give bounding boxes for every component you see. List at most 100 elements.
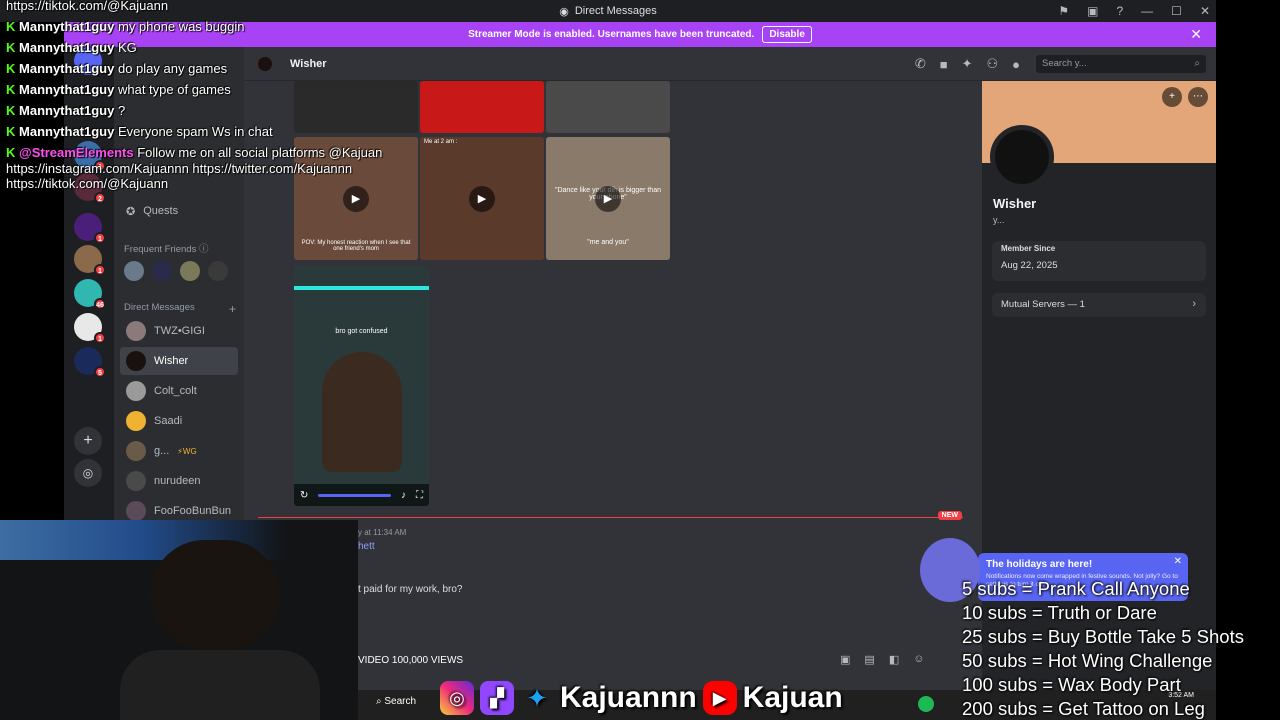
chat-line: https://tiktok.com/@Kajuann xyxy=(6,0,169,13)
person-figure xyxy=(322,352,402,472)
new-badge: NEW xyxy=(937,511,962,520)
profile-avatar[interactable] xyxy=(990,125,1054,189)
mutual-servers-button[interactable]: Mutual Servers — 1 › xyxy=(992,293,1206,317)
new-messages-divider xyxy=(258,517,963,518)
help-icon[interactable]: ? xyxy=(1116,4,1123,18)
gif-icon[interactable]: ▤ xyxy=(864,653,874,666)
notification-badge: 2 xyxy=(94,192,106,204)
more-icon[interactable]: ⋯ xyxy=(1188,87,1208,107)
dm-item[interactable]: nurudeen xyxy=(120,467,238,495)
fullscreen-icon[interactable]: ⛶ xyxy=(416,490,423,501)
volume-icon[interactable]: ♪ xyxy=(401,490,406,501)
search-input[interactable]: Search y... ⌕ xyxy=(1036,55,1206,73)
emoji-icon[interactable]: ☺ xyxy=(913,653,924,666)
dm-item[interactable]: TWZ•GIGI xyxy=(120,317,238,345)
maximize-button[interactable]: ☐ xyxy=(1171,4,1182,18)
reply-mention[interactable]: hett xyxy=(358,541,375,552)
friend-avatar[interactable] xyxy=(124,261,144,281)
volume-slider[interactable] xyxy=(318,493,391,497)
dm-item[interactable]: Saadi xyxy=(120,407,238,435)
socials-overlay: ◎ ▞ ✦ Kajuannn ▶ Kajuan xyxy=(440,678,843,718)
instagram-icon: ◎ xyxy=(440,681,474,715)
new-dm-icon[interactable]: + xyxy=(229,302,236,316)
server-icon[interactable]: 1 xyxy=(74,213,106,244)
chat-line: K Mannythat1guy my phone was buggin xyxy=(6,19,245,34)
gift-icon[interactable]: ▣ xyxy=(840,653,850,666)
sub-goals-overlay: 5 subs = Prank Call Anyone 10 subs = Tru… xyxy=(962,577,1244,720)
play-icon[interactable]: ▶ xyxy=(595,185,621,212)
message-text: t paid for my work, bro? xyxy=(358,584,463,595)
play-icon[interactable]: ▶ xyxy=(343,185,369,212)
screen-icon[interactable]: ▣ xyxy=(1087,4,1098,18)
discover-icon[interactable]: ◎ xyxy=(74,459,102,487)
video-icon[interactable]: ■ xyxy=(940,57,948,72)
social-handle: Kajuan xyxy=(742,681,843,714)
sub-goal: 100 subs = Wax Body Part xyxy=(962,674,1181,695)
video-thumbnail[interactable]: "Dance like your dih is bigger than your… xyxy=(546,137,670,260)
video-controls: ↻ ♪ ⛶ xyxy=(294,484,429,506)
friend-avatar[interactable] xyxy=(180,261,200,281)
video-thumbnail[interactable]: Me at 2 am : ▶ xyxy=(420,137,544,260)
avatar xyxy=(258,57,272,71)
disable-button[interactable]: Disable xyxy=(762,26,812,43)
search-icon: ⌕ xyxy=(1194,58,1200,69)
close-icon[interactable]: ✕ xyxy=(1174,556,1182,567)
dm-item[interactable]: Wisher xyxy=(120,347,238,375)
server-icon[interactable]: 1 xyxy=(74,313,106,344)
pin-icon[interactable]: ✦ xyxy=(962,56,973,72)
play-icon[interactable]: ▶ xyxy=(469,185,495,212)
window-title: Direct Messages xyxy=(574,5,657,17)
chevron-right-icon: › xyxy=(1192,298,1196,310)
banner-close-icon[interactable]: ✕ xyxy=(1190,26,1202,43)
notification-badge: 1 xyxy=(94,232,106,244)
call-icon[interactable]: ✆ xyxy=(915,56,926,72)
chat-line: K Mannythat1guy KG xyxy=(6,40,137,55)
frequent-friends-header: Frequent Friends ⓘ xyxy=(124,244,209,255)
server-icon[interactable]: 5 xyxy=(74,347,106,378)
chat-line: K @StreamElements Follow me on all socia… xyxy=(6,145,383,160)
sticker-icon[interactable]: ◧ xyxy=(889,653,899,666)
direct-messages-header: Direct Messages + xyxy=(124,302,236,316)
add-friend-icon[interactable]: ⚇ xyxy=(986,56,998,72)
kick-icon: K xyxy=(6,124,16,139)
sub-goal: 25 subs = Buy Bottle Take 5 Shots xyxy=(962,626,1244,647)
message-input-tools: ▣ ▤ ◧ ☺ xyxy=(840,653,924,666)
twitch-icon: ▞ xyxy=(480,681,514,715)
server-tag: ⚡WG xyxy=(177,446,197,456)
chat-line: K Mannythat1guy what type of games xyxy=(6,82,231,97)
media-thumbnail[interactable] xyxy=(420,81,544,133)
video-player[interactable]: bro got confused ↻ ♪ ⛶ xyxy=(294,266,429,506)
avatar xyxy=(126,321,146,341)
chat-line: https://tiktok.com/@Kajuann xyxy=(6,176,169,191)
social-handle: Kajuannn xyxy=(560,681,697,714)
minimize-button[interactable]: — xyxy=(1141,4,1153,18)
person-body xyxy=(120,650,320,720)
replay-icon[interactable]: ↻ xyxy=(300,490,308,501)
inbox-icon[interactable]: ⚑ xyxy=(1058,4,1069,18)
server-icon[interactable]: 46 xyxy=(74,279,106,310)
chat-line: K Mannythat1guy ? xyxy=(6,103,126,118)
video-caption: bro got confused xyxy=(335,328,388,335)
video-caption: "me and you" xyxy=(587,239,629,246)
spotify-icon[interactable] xyxy=(918,696,934,712)
friend-avatar[interactable] xyxy=(208,261,228,281)
chat-line: K Mannythat1guy Everyone spam Ws in chat xyxy=(6,124,273,139)
notification-badge: 1 xyxy=(94,332,106,344)
media-thumbnail[interactable] xyxy=(546,81,670,133)
quests-link[interactable]: ✪ Quests xyxy=(120,197,238,225)
server-icon[interactable]: 1 xyxy=(74,245,106,276)
dm-item[interactable]: Colt_colt xyxy=(120,377,238,405)
add-server-icon[interactable]: + xyxy=(74,427,102,455)
avatar xyxy=(126,411,146,431)
media-thumbnail[interactable] xyxy=(294,81,418,133)
dm-item[interactable]: g... ⚡WG xyxy=(120,437,238,465)
add-friend-icon[interactable]: + xyxy=(1162,87,1182,107)
twitter-icon: ✦ xyxy=(526,683,548,713)
friend-avatar[interactable] xyxy=(152,261,172,281)
dm-sidebar: ✪ Quests Frequent Friends ⓘ Direct Messa… xyxy=(114,47,244,521)
avatar xyxy=(126,441,146,461)
taskbar-search[interactable]: ⌕ Search xyxy=(376,696,416,707)
chat-line: https://instagram.com/Kajuannn https://t… xyxy=(6,161,353,176)
profile-icon[interactable]: ● xyxy=(1012,57,1020,72)
close-window-button[interactable]: ✕ xyxy=(1200,4,1210,18)
